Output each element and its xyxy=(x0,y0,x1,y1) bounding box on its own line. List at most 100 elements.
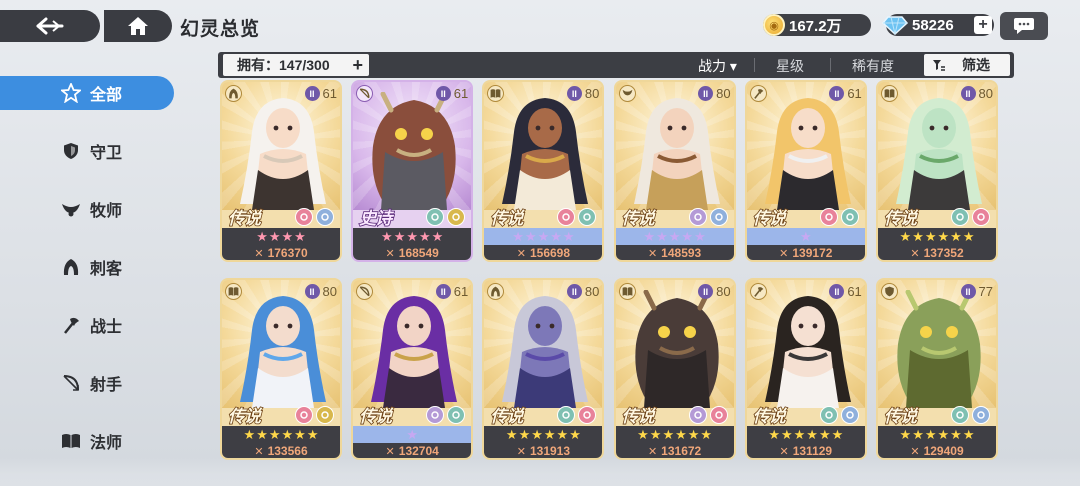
sidebar-item-all[interactable]: 全部 xyxy=(0,76,174,110)
power-bar: ✕ 129409 xyxy=(878,443,996,458)
element-icons xyxy=(819,406,859,424)
expand-capacity-icon[interactable]: + xyxy=(352,56,363,74)
star-rating: ★ ★ ★ ★ xyxy=(222,228,340,245)
back-button[interactable] xyxy=(0,10,100,42)
element-icon xyxy=(819,406,838,424)
star-icon: ★ xyxy=(256,426,268,442)
star-icon: ★ xyxy=(962,426,975,442)
hero-card[interactable]: II 61 传说 ★ ✕ 139172 xyxy=(744,80,867,262)
hero-card[interactable]: II 61 传说 ★ ★ ★ ★ ✕ 176370 xyxy=(220,80,342,262)
sidebar-item-label: 牧师 xyxy=(90,203,123,220)
power-bar: ✕ 133566 xyxy=(222,443,340,458)
level-value: 61 xyxy=(322,86,337,101)
hero-card[interactable]: II 61 传说 ★ ★ ★ ★ ★ ★ ✕ 131129 xyxy=(744,278,867,460)
tier-icon: II xyxy=(960,86,976,101)
home-button[interactable] xyxy=(104,10,172,42)
hero-level: II 61 xyxy=(304,85,337,102)
star-icon: ★ xyxy=(281,228,294,244)
book-icon xyxy=(618,283,636,300)
star-icon: ★ xyxy=(518,426,531,442)
element-icon xyxy=(688,208,707,226)
star-icon: ★ xyxy=(937,228,950,244)
star-icon: ★ xyxy=(637,426,649,442)
element-icon xyxy=(557,208,576,226)
star-icon: ★ xyxy=(793,426,806,442)
rarity-label: 传说 xyxy=(621,208,656,229)
star-icon: ★ xyxy=(656,228,668,244)
hero-card[interactable]: II 80 传说 ★ ★ ★ ★ ★ ✕ 148593 xyxy=(613,80,736,262)
star-icon: ★ xyxy=(381,228,393,244)
level-value: 80 xyxy=(716,284,731,299)
filter-icon xyxy=(933,60,945,71)
hero-level: II 61 xyxy=(829,85,862,102)
chat-button[interactable] xyxy=(1000,12,1048,40)
star-icon: ★ xyxy=(662,426,675,442)
shield-icon xyxy=(60,140,82,162)
hero-card[interactable]: II 61 传说 ★ ✕ 132704 xyxy=(351,278,474,460)
hero-card[interactable]: II 77 传说 ★ ★ ★ ★ ★ ★ ✕ 129409 xyxy=(876,278,998,460)
tier-icon: II xyxy=(566,86,582,101)
power-bar: ✕ 156698 xyxy=(484,245,603,260)
star-icon: ★ xyxy=(569,426,581,442)
element-icon xyxy=(447,406,466,424)
hero-card[interactable]: II 61 史诗 ★ ★ ★ ★ ★ ✕ 168549 xyxy=(351,80,474,262)
add-gems-button[interactable]: + xyxy=(974,16,992,34)
hero-level: II 61 xyxy=(435,283,468,300)
star-icon: ★ xyxy=(831,426,844,442)
tier-icon: II xyxy=(566,284,582,299)
power-bar: ✕ 131129 xyxy=(746,443,865,458)
element-icons xyxy=(295,406,334,424)
rarity-label: 传说 xyxy=(227,406,262,427)
filter-button[interactable]: 筛选 xyxy=(924,54,1010,76)
star-rating: ★ ★ ★ ★ ★ xyxy=(615,228,734,245)
sort-by-power[interactable]: 战力 ▾ xyxy=(698,56,737,76)
sidebar-item-priest[interactable]: 牧师 xyxy=(0,192,174,226)
tier-icon: II xyxy=(960,284,976,299)
element-icon xyxy=(447,208,466,226)
power-value: 156698 xyxy=(529,246,571,260)
element-icon xyxy=(316,208,334,226)
sidebar-item-mage[interactable]: 法师 xyxy=(0,424,174,458)
power-bar: ✕ 139172 xyxy=(746,245,865,260)
sidebar-item-warrior[interactable]: 战士 xyxy=(0,308,174,342)
owned-count-box[interactable]: 拥有：147/300 + xyxy=(223,54,369,76)
tier-icon: II xyxy=(435,284,451,299)
sidebar-item-label: 刺客 xyxy=(90,261,123,278)
element-icon xyxy=(709,208,728,226)
star-icon: ★ xyxy=(505,426,518,442)
star-icon: ★ xyxy=(306,426,319,442)
star-icon: ★ xyxy=(406,426,419,442)
chat-bubble-icon xyxy=(1014,18,1034,34)
sidebar-item-archer[interactable]: 射手 xyxy=(0,366,174,400)
star-icon: ★ xyxy=(294,228,306,244)
element-icon xyxy=(295,406,313,424)
hero-card[interactable]: II 80 传说 ★ ★ ★ ★ ★ ✕ 156698 xyxy=(482,80,605,262)
hero-card[interactable]: II 80 传说 ★ ★ ★ ★ ★ ★ ✕ 137352 xyxy=(876,80,998,262)
crossed-swords-icon: ✕ xyxy=(516,247,526,260)
hero-card[interactable]: II 80 传说 ★ ★ ★ ★ ★ ★ ✕ 131672 xyxy=(613,278,736,460)
sidebar-item-guardian[interactable]: 守卫 xyxy=(0,134,174,168)
power-bar: ✕ 132704 xyxy=(353,443,472,458)
sort-by-star[interactable]: 星级 xyxy=(776,56,804,76)
hero-card[interactable]: II 80 传说 ★ ★ ★ ★ ★ ★ ✕ 131913 xyxy=(482,278,605,460)
star-icon: ★ xyxy=(531,426,543,442)
star-icon: ★ xyxy=(556,426,569,442)
sort-by-rarity[interactable]: 稀有度 xyxy=(852,56,894,76)
sidebar-item-assassin[interactable]: 刺客 xyxy=(0,250,174,284)
power-bar: ✕ 131913 xyxy=(484,443,603,458)
hero-level: II 61 xyxy=(829,283,862,300)
bow-icon xyxy=(60,372,82,394)
hero-card[interactable]: II 80 传说 ★ ★ ★ ★ ★ ★ ✕ 133566 xyxy=(220,278,342,460)
crossed-swords-icon: ✕ xyxy=(647,445,658,458)
rarity-label: 史诗 xyxy=(358,208,393,229)
divider xyxy=(830,58,831,72)
power-value: 131129 xyxy=(792,444,833,458)
star-icon: ★ xyxy=(524,228,537,244)
rarity-label: 传说 xyxy=(490,406,525,427)
star-icon: ★ xyxy=(550,228,562,244)
star-rating: ★ ★ ★ ★ ★ xyxy=(484,228,603,245)
star-icon: ★ xyxy=(924,228,937,244)
hero-level: II 77 xyxy=(960,283,993,300)
element-icon xyxy=(426,406,445,424)
star-icon: ★ xyxy=(537,228,550,244)
